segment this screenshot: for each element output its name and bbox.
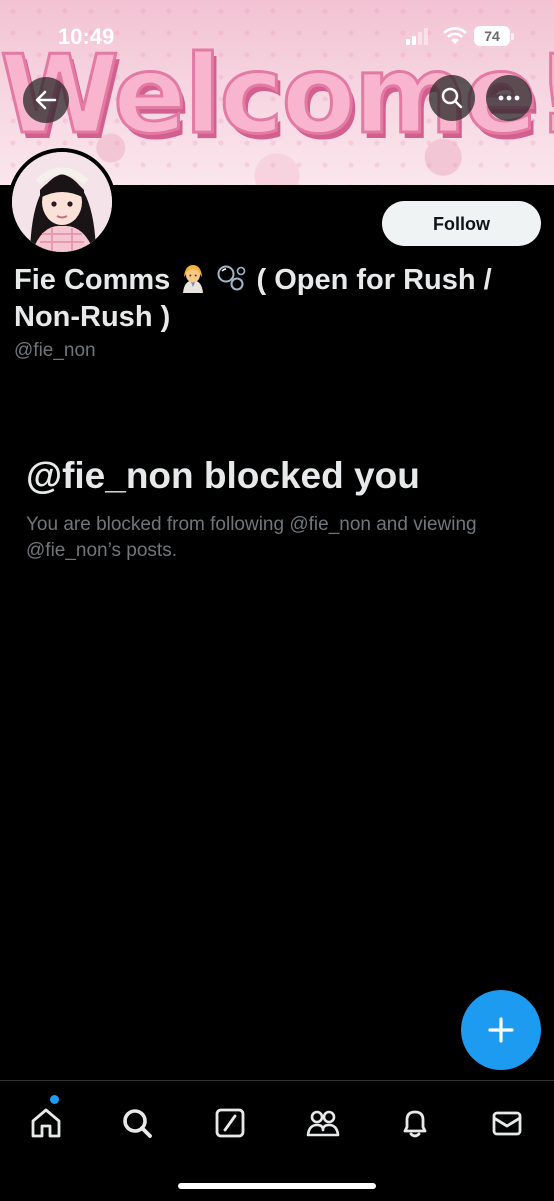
communities-icon — [306, 1110, 340, 1137]
nav-explore[interactable] — [117, 1103, 157, 1143]
back-button[interactable] — [23, 77, 69, 123]
nav-messages[interactable] — [487, 1103, 527, 1143]
status-bar: 10:49 74 — [0, 0, 554, 70]
avatar-illustration — [12, 152, 112, 252]
search-button[interactable] — [429, 75, 475, 121]
search-icon — [441, 87, 463, 109]
blocked-title: @fie_non blocked you — [26, 455, 420, 496]
bubbles-emoji-icon — [217, 265, 246, 291]
follow-button[interactable]: Follow — [382, 201, 541, 246]
bell-icon — [403, 1110, 427, 1138]
nav-grok[interactable] — [210, 1103, 250, 1143]
nav-communities[interactable] — [303, 1103, 343, 1143]
office-worker-emoji-icon — [183, 265, 204, 293]
nav-notifications[interactable] — [395, 1103, 435, 1143]
cellular-signal-icon — [406, 28, 432, 45]
profile-handle: @fie_non — [14, 340, 96, 361]
home-notification-dot — [50, 1095, 59, 1104]
plus-icon — [488, 1017, 514, 1043]
nav-home[interactable] — [26, 1095, 66, 1143]
more-options-button[interactable] — [486, 75, 532, 121]
grok-icon — [215, 1108, 245, 1138]
arrow-left-icon — [35, 90, 57, 110]
display-name-prefix: Fie Comms — [14, 264, 171, 296]
search-icon — [123, 1109, 152, 1138]
compose-post-button[interactable] — [461, 990, 541, 1070]
profile-avatar[interactable] — [8, 148, 116, 256]
wifi-icon — [443, 27, 467, 44]
more-horizontal-icon — [498, 95, 520, 101]
profile-display-name: Fie Comms ( Open for Rush / Non-Rush ) — [14, 262, 534, 336]
home-icon — [31, 1108, 61, 1138]
mail-icon — [492, 1111, 522, 1136]
status-time: 10:49 — [58, 24, 115, 49]
home-indicator[interactable] — [178, 1183, 376, 1189]
blocked-description: You are blocked from following @fie_non … — [26, 514, 477, 561]
battery-icon: 74 — [474, 26, 514, 46]
